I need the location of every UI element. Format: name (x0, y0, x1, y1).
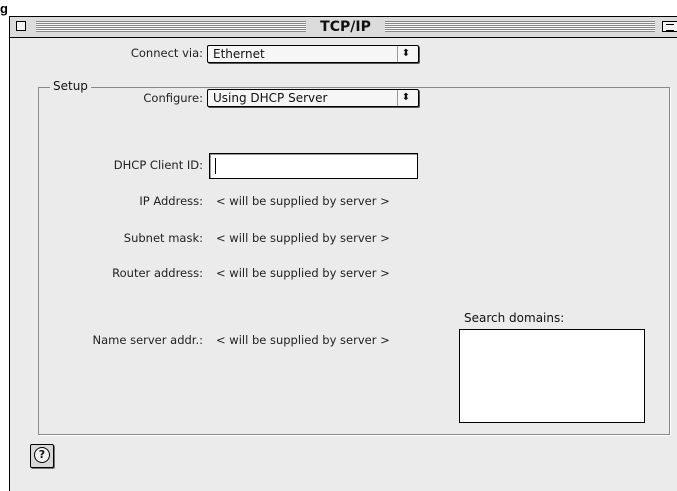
help-icon: ? (34, 447, 50, 463)
zoom-box-icon[interactable] (662, 21, 677, 32)
close-box-icon[interactable] (16, 21, 26, 31)
text-caret (215, 158, 216, 174)
title-bar[interactable]: TCP/IP (10, 17, 677, 38)
connect-via-popup[interactable]: Ethernet ⬍ (207, 45, 419, 63)
connect-via-value: Ethernet (213, 47, 265, 61)
dhcp-client-id-field[interactable] (209, 153, 418, 179)
router-address-value: < will be supplied by server > (216, 266, 390, 280)
connect-via-label: Connect via: (130, 46, 203, 60)
figure-label: g (0, 1, 8, 16)
subnet-mask-label: Subnet mask: (123, 231, 203, 245)
updown-arrows-icon: ⬍ (397, 46, 414, 62)
configure-popup[interactable]: Using DHCP Server ⬍ (207, 89, 419, 107)
configure-label: Configure: (143, 91, 203, 105)
search-domains-field[interactable] (459, 329, 645, 423)
name-server-value: < will be supplied by server > (216, 333, 390, 347)
title-stripes-right (385, 21, 655, 32)
search-domains-label: Search domains: (464, 311, 565, 325)
window-title: TCP/IP (306, 19, 385, 35)
help-button[interactable]: ? (30, 444, 54, 468)
ip-address-value: < will be supplied by server > (216, 194, 390, 208)
title-stripes-left (36, 21, 306, 32)
updown-arrows-icon: ⬍ (397, 90, 414, 106)
router-address-label: Router address: (112, 266, 203, 280)
dhcp-client-id-label: DHCP Client ID: (113, 158, 203, 172)
name-server-label: Name server addr.: (92, 333, 204, 347)
configure-value: Using DHCP Server (213, 91, 328, 105)
ip-address-label: IP Address: (139, 194, 203, 208)
tcpip-window: TCP/IP Connect via: Ethernet ⬍ Setup Con… (9, 16, 677, 491)
subnet-mask-value: < will be supplied by server > (216, 231, 390, 245)
